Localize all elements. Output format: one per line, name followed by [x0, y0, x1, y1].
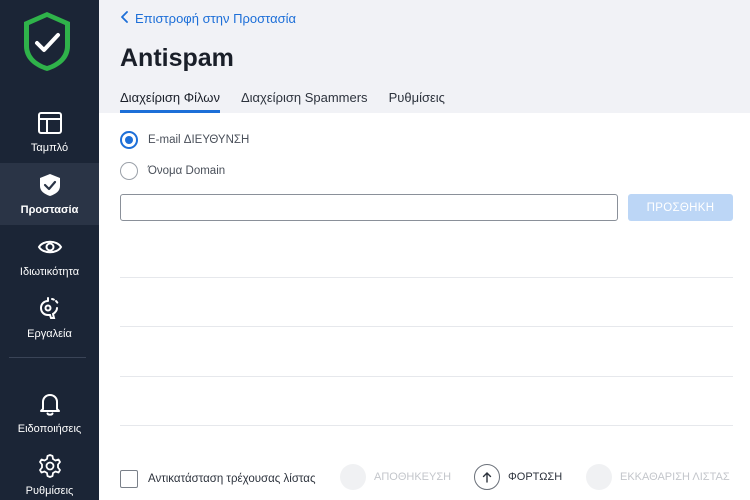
eye-icon: [37, 234, 63, 260]
save-icon: [340, 464, 366, 490]
upload-list-label: ΦΟΡΤΩΣΗ: [508, 471, 563, 483]
radio-domain-option[interactable]: Όνομα Domain: [120, 162, 225, 180]
back-link-label: Επιστροφή στην Προστασία: [135, 11, 297, 26]
clear-icon: [586, 464, 612, 490]
list-actions-footer: Αντικατάσταση τρέχουσας λίστας ΑΠΟΘΗΚΕΥΣ…: [99, 458, 750, 500]
chevron-left-icon: [120, 11, 135, 26]
address-input[interactable]: [120, 194, 618, 221]
save-list-label: ΑΠΟΘΗΚΕΥΣΗ: [374, 471, 452, 483]
list-divider: [120, 376, 733, 377]
sidebar-item-label: Εργαλεία: [27, 328, 72, 340]
radio-email-label: E-mail ΔΙΕΥΘΥΝΣΗ: [148, 134, 250, 146]
radio-domain-button[interactable]: [120, 162, 138, 180]
sidebar-item-label: Προστασία: [20, 204, 79, 216]
sidebar-item-notifications[interactable]: Ειδοποιήσεις: [0, 382, 99, 444]
sidebar-item-tools[interactable]: Εργαλεία: [0, 287, 99, 349]
tab-manage-spammers[interactable]: Διαχείριση Spammers: [241, 90, 368, 113]
clear-list-button[interactable]: ΕΚΚΑΘΑΡΙΣΗ ΛΙΣΤΑΣ: [586, 464, 730, 490]
dashboard-icon: [37, 110, 63, 136]
sidebar-item-label: Ταμπλό: [30, 142, 69, 154]
radio-email-button[interactable]: [120, 131, 138, 149]
replace-list-label: Αντικατάσταση τρέχουσας λίστας: [148, 473, 316, 485]
sidebar: Ταμπλό Προστασία Ιδιωτικότητα Εργαλεία Ε…: [0, 0, 99, 500]
tab-bar: Διαχείριση Φίλων Διαχείριση Spammers Ρυθ…: [120, 90, 466, 113]
tab-settings[interactable]: Ρυθμίσεις: [389, 90, 445, 113]
upload-arrow-icon: [474, 464, 500, 490]
save-list-button[interactable]: ΑΠΟΘΗΚΕΥΣΗ: [340, 464, 451, 490]
sidebar-item-dashboard[interactable]: Ταμπλό: [0, 101, 99, 163]
list-divider: [120, 277, 733, 278]
shield-check-icon: [37, 172, 63, 198]
bell-icon: [37, 391, 63, 417]
tools-icon: [37, 296, 63, 322]
radio-domain-label: Όνομα Domain: [148, 165, 226, 177]
sidebar-divider: [9, 357, 86, 358]
replace-list-checkbox[interactable]: [120, 470, 138, 488]
back-to-protection-link[interactable]: Επιστροφή στην Προστασία: [120, 11, 296, 26]
app-logo-shield-icon: [21, 10, 73, 73]
upload-list-button[interactable]: ΦΟΡΤΩΣΗ: [474, 464, 562, 490]
radio-email-option[interactable]: E-mail ΔΙΕΥΘΥΝΣΗ: [120, 131, 249, 149]
sidebar-item-privacy[interactable]: Ιδιωτικότητα: [0, 225, 99, 287]
list-divider: [120, 326, 733, 327]
sidebar-item-protection[interactable]: Προστασία: [0, 163, 99, 225]
replace-list-option[interactable]: Αντικατάσταση τρέχουσας λίστας: [120, 470, 316, 488]
gear-icon: [37, 453, 63, 479]
list-divider: [120, 425, 733, 426]
page-title: Antispam: [120, 44, 234, 72]
add-button[interactable]: ΠΡΟΣΘΗΚΗ: [628, 194, 733, 221]
sidebar-item-label: Ιδιωτικότητα: [19, 266, 80, 278]
sidebar-item-label: Ρυθμίσεις: [25, 485, 74, 497]
sidebar-item-label: Ειδοποιήσεις: [17, 423, 82, 435]
page-header: Επιστροφή στην Προστασία Antispam Διαχεί…: [99, 0, 750, 113]
sidebar-item-settings[interactable]: Ρυθμίσεις: [0, 444, 99, 500]
tab-manage-friends[interactable]: Διαχείριση Φίλων: [120, 90, 220, 113]
clear-list-label: ΕΚΚΑΘΑΡΙΣΗ ΛΙΣΤΑΣ: [620, 471, 730, 483]
